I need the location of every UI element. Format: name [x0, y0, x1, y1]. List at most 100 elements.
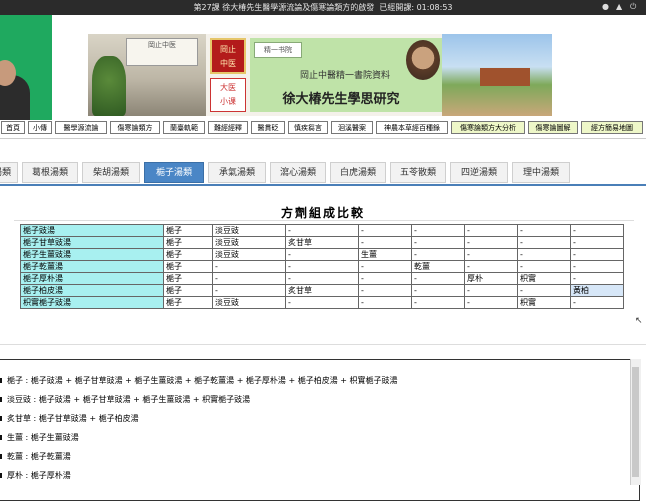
- separator: :: [31, 414, 39, 423]
- formula-name-cell: 梔子生薑豉湯: [20, 248, 164, 261]
- herb-cell: -: [358, 272, 412, 285]
- nav-item-yiguan[interactable]: 醫貫砭: [251, 121, 285, 134]
- bullet-icon: [0, 435, 2, 440]
- small-logo: 大医 小课: [210, 78, 246, 112]
- herb-cell: 淡豆豉: [212, 296, 286, 309]
- nav-item-origins[interactable]: 醫學源流論: [55, 121, 107, 134]
- separator: :: [23, 471, 31, 480]
- formula-list: 梔子豉湯 + 梔子甘草豉湯 + 梔子生薑豉湯 + 枳實梔子豉湯: [38, 395, 251, 404]
- tab-xiexin[interactable]: 瀉心湯類: [270, 162, 326, 183]
- volume-icon[interactable]: ▲: [616, 2, 622, 11]
- formula-list: 梔子生薑豉湯: [30, 433, 79, 442]
- herb-cell: -: [517, 248, 571, 261]
- herb-cell: 厚朴: [464, 272, 518, 285]
- herb-cell: -: [285, 248, 359, 261]
- formula-tabs: 湯類 葛根湯類 柴胡湯類 梔子湯類 承氣湯類 瀉心湯類 白虎湯類 五苓散類 四逆…: [0, 161, 646, 186]
- table-row: 梔子甘草豉湯 梔子 淡豆豉 炙甘草 - - - - -: [20, 236, 624, 249]
- herb-cell: 乾薑: [411, 260, 465, 273]
- herb-cell: -: [570, 248, 624, 261]
- portrait-image: [406, 40, 440, 80]
- site-banner: 岡止中医 岡止 中医 大医 小课 精一书院 岡止中醫精一書院資料 徐大椿先生學思研究: [88, 34, 552, 116]
- tab-zhizi[interactable]: 梔子湯類: [144, 162, 204, 183]
- clinic-sign: 岡止中医: [126, 38, 198, 66]
- herb-name: 乾薑: [7, 452, 23, 461]
- herb-index-row: 乾薑 : 梔子乾薑湯: [0, 450, 71, 464]
- herb-cell: -: [464, 284, 518, 297]
- herb-cell: 梔子: [163, 224, 213, 237]
- herb-cell: 梔子: [163, 284, 213, 297]
- plant-image: [92, 56, 126, 116]
- herb-cell: -: [358, 296, 412, 309]
- herb-cell: -: [358, 284, 412, 297]
- nav-item-map[interactable]: 經方簡易地圖: [581, 121, 643, 134]
- bullet-icon: [0, 454, 2, 459]
- nav-item-shenji[interactable]: 慎疾芻言: [288, 121, 328, 134]
- herb-index-row: 炙甘草 : 梔子甘草豉湯 + 梔子柏皮湯: [0, 412, 139, 426]
- herb-index-panel: 梔子 : 梔子豉湯 + 梔子甘草豉湯 + 梔子生薑豉湯 + 梔子乾薑湯 + 梔子…: [0, 359, 640, 501]
- nav-divider: [0, 138, 646, 139]
- table-row: 梔子生薑豉湯 梔子 淡豆豉 - 生薑 - - - -: [20, 248, 624, 261]
- herb-cell: 炙甘草: [285, 284, 359, 297]
- nav-item-bencao[interactable]: 神農本草經百種錄: [376, 121, 448, 134]
- tab-baihu[interactable]: 白虎湯類: [330, 162, 386, 183]
- formula-list: 梔子甘草豉湯 + 梔子柏皮湯: [38, 414, 139, 423]
- separator: :: [23, 376, 31, 385]
- banner-main-title: 徐大椿先生學思研究: [282, 92, 400, 107]
- table-row: 梔子乾薑湯 梔子 - - - 乾薑 - - -: [20, 260, 624, 273]
- nav-item-formulas[interactable]: 傷寒論類方: [110, 121, 160, 134]
- herb-cell: 梔子: [163, 296, 213, 309]
- formula-name-cell: 梔子厚朴湯: [20, 272, 164, 285]
- table-row: 梔子柏皮湯 梔子 - 炙甘草 - - - - 黃柏: [20, 284, 624, 297]
- table-row: 梔子豉湯 梔子 淡豆豉 - - - - - -: [20, 224, 624, 237]
- herb-cell: -: [411, 296, 465, 309]
- tab-sini[interactable]: 四逆湯類: [450, 162, 508, 183]
- nav-item-nanjing[interactable]: 難經經釋: [208, 121, 248, 134]
- tab-gegen[interactable]: 葛根湯類: [22, 162, 78, 183]
- scrollbar-thumb[interactable]: [632, 367, 639, 477]
- tab-wuling[interactable]: 五苓散類: [390, 162, 446, 183]
- site-nav: 首頁 小傳 醫學源流論 傷寒論類方 蘭臺軌範 難經經釋 醫貫砭 慎疾芻言 洄溪醫…: [0, 121, 646, 135]
- nav-item-cases[interactable]: 洄溪醫案: [331, 121, 373, 134]
- herb-cell: -: [570, 296, 624, 309]
- herb-cell: -: [517, 224, 571, 237]
- herb-panel-scrollbar[interactable]: [630, 359, 641, 485]
- nav-item-biography[interactable]: 小傳: [28, 121, 52, 134]
- nav-item-diagram[interactable]: 傷寒論圖解: [528, 121, 578, 134]
- herb-cell: -: [358, 236, 412, 249]
- herb-cell: -: [517, 284, 571, 297]
- herb-cell: 生薑: [358, 248, 412, 261]
- tab-soup[interactable]: 湯類: [0, 162, 18, 183]
- herb-cell: -: [570, 224, 624, 237]
- herb-cell: -: [411, 272, 465, 285]
- herb-index-row: 厚朴 : 梔子厚朴湯: [0, 469, 71, 483]
- nav-item-home[interactable]: 首頁: [1, 121, 25, 134]
- herb-cell: -: [212, 272, 286, 285]
- person-icon[interactable]: ●: [602, 2, 609, 11]
- brand-logo: 精一书院: [254, 42, 302, 58]
- tab-chaihu[interactable]: 柴胡湯類: [82, 162, 140, 183]
- herb-cell: -: [517, 236, 571, 249]
- tab-chengqi[interactable]: 承氣湯類: [208, 162, 266, 183]
- herb-cell: 炙甘草: [285, 236, 359, 249]
- herb-cell: -: [411, 284, 465, 297]
- herb-name: 生薑: [7, 433, 23, 442]
- herb-cell: 枳實: [517, 296, 571, 309]
- power-icon[interactable]: ⏻: [630, 2, 636, 12]
- formula-name-cell: 梔子乾薑湯: [20, 260, 164, 273]
- section-divider: [0, 344, 646, 345]
- formula-name-cell: 梔子柏皮湯: [20, 284, 164, 297]
- herb-cell: -: [212, 284, 286, 297]
- herb-cell: 梔子: [163, 248, 213, 261]
- herb-cell: -: [570, 236, 624, 249]
- nav-item-analysis[interactable]: 傷寒論類方大分析: [451, 121, 525, 134]
- herb-cell: -: [285, 296, 359, 309]
- herb-cell: -: [358, 260, 412, 273]
- tab-lizhong[interactable]: 理中湯類: [512, 162, 570, 183]
- formula-list: 梔子豉湯 + 梔子甘草豉湯 + 梔子生薑豉湯 + 梔子乾薑湯 + 梔子厚朴湯 +…: [30, 376, 398, 385]
- elapsed-time: 已經開課: 01:08:53: [379, 3, 453, 12]
- nav-item-lantai[interactable]: 蘭臺軌範: [163, 121, 205, 134]
- formula-name-cell: 枳實梔子豉湯: [20, 296, 164, 309]
- herb-cell: -: [464, 260, 518, 273]
- herb-cell: 淡豆豉: [212, 248, 286, 261]
- bullet-icon: [0, 397, 2, 402]
